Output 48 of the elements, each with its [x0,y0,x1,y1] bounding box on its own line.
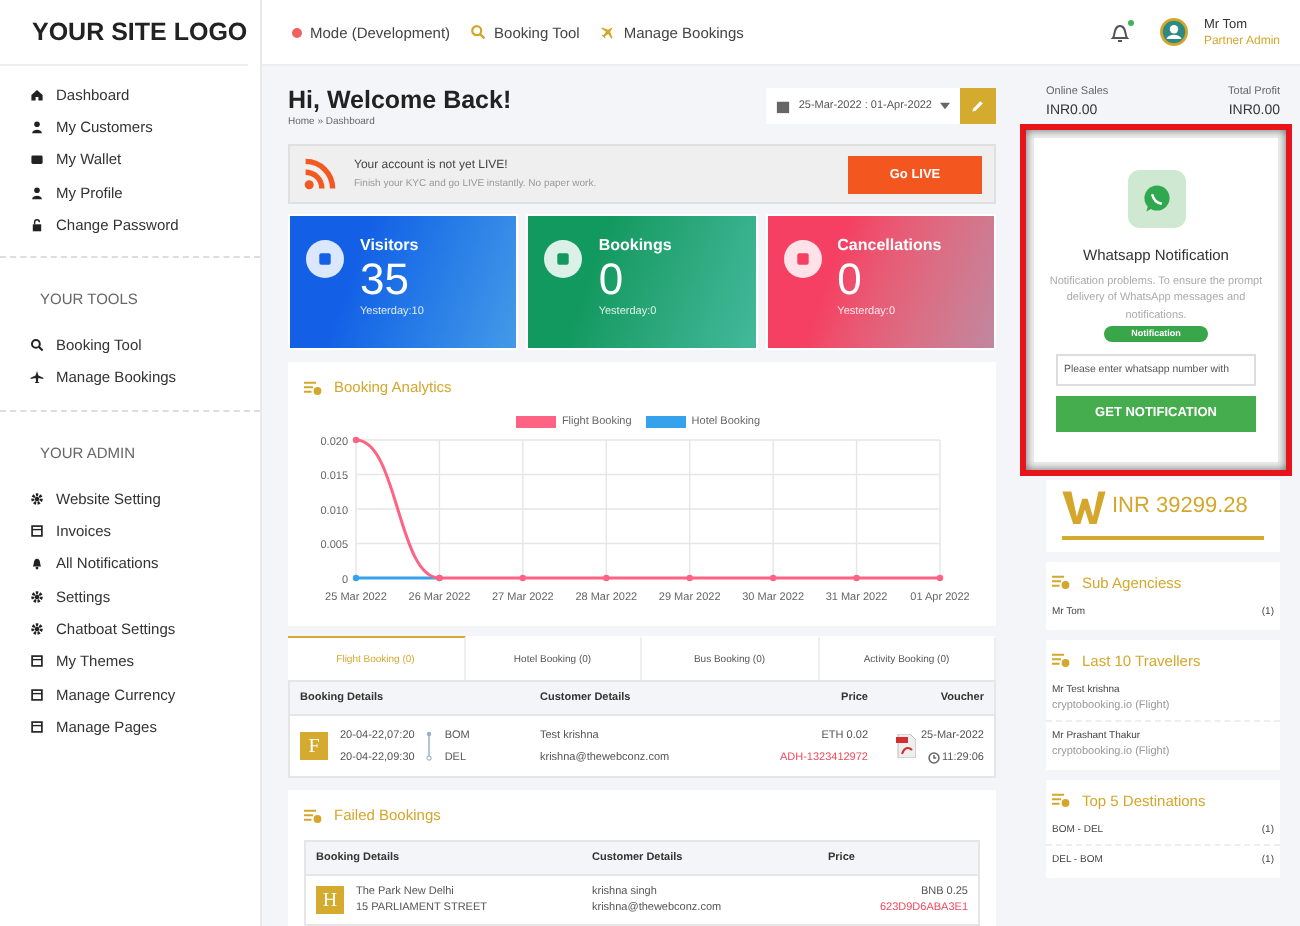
search-icon [470,24,487,40]
list-check-icon [1052,574,1070,590]
document-icon [30,524,44,539]
avatar-icon[interactable] [1159,18,1188,46]
route-line-icon [426,730,433,762]
stat-value: 0 [837,254,864,306]
stat-icon [306,240,344,278]
letter-avatar: H [316,886,344,914]
person-icon [30,119,44,134]
letter-avatar: F [300,732,328,760]
gear-icon [30,589,44,604]
clock-icon [927,751,940,763]
card-icon [30,152,44,167]
page-title: Hi, Welcome Back! [288,86,512,114]
search-icon [30,338,44,353]
bell-icon[interactable] [1107,20,1132,44]
document-icon [30,719,44,734]
stat-value: 35 [360,254,411,306]
list-check-icon [304,379,322,395]
stat-label: Cancellations [837,236,942,254]
document-icon [30,654,44,669]
caret-icon [940,102,950,110]
document-icon [30,687,44,701]
wallet-amount: INR 39299.28 [1112,494,1248,518]
lock-icon [30,217,44,232]
list-check-icon [304,807,322,823]
stat-icon [783,240,822,278]
stat-label: Bookings [598,236,672,254]
plane-icon [599,24,616,40]
stat-label: Visitors [360,236,421,254]
person-icon [30,185,44,200]
list-check-icon [1052,652,1070,668]
site-logo[interactable]: YOUR SITE LOGO [0,0,248,66]
list-check-icon [1052,792,1070,808]
gear-icon [30,491,44,506]
stat-value: 0 [598,254,626,306]
status-dot-icon [292,27,302,37]
calendar-icon [776,99,791,113]
whatsapp-icon [1127,170,1185,228]
house-icon [30,87,44,102]
gear-icon [30,621,44,636]
wallet-logo-icon [1062,488,1106,524]
pencil-icon [970,98,986,114]
rss-icon [302,156,338,192]
bell-icon [30,556,44,571]
stat-icon [544,240,583,278]
pdf-file-icon[interactable] [895,734,915,758]
plane-icon [30,370,44,385]
